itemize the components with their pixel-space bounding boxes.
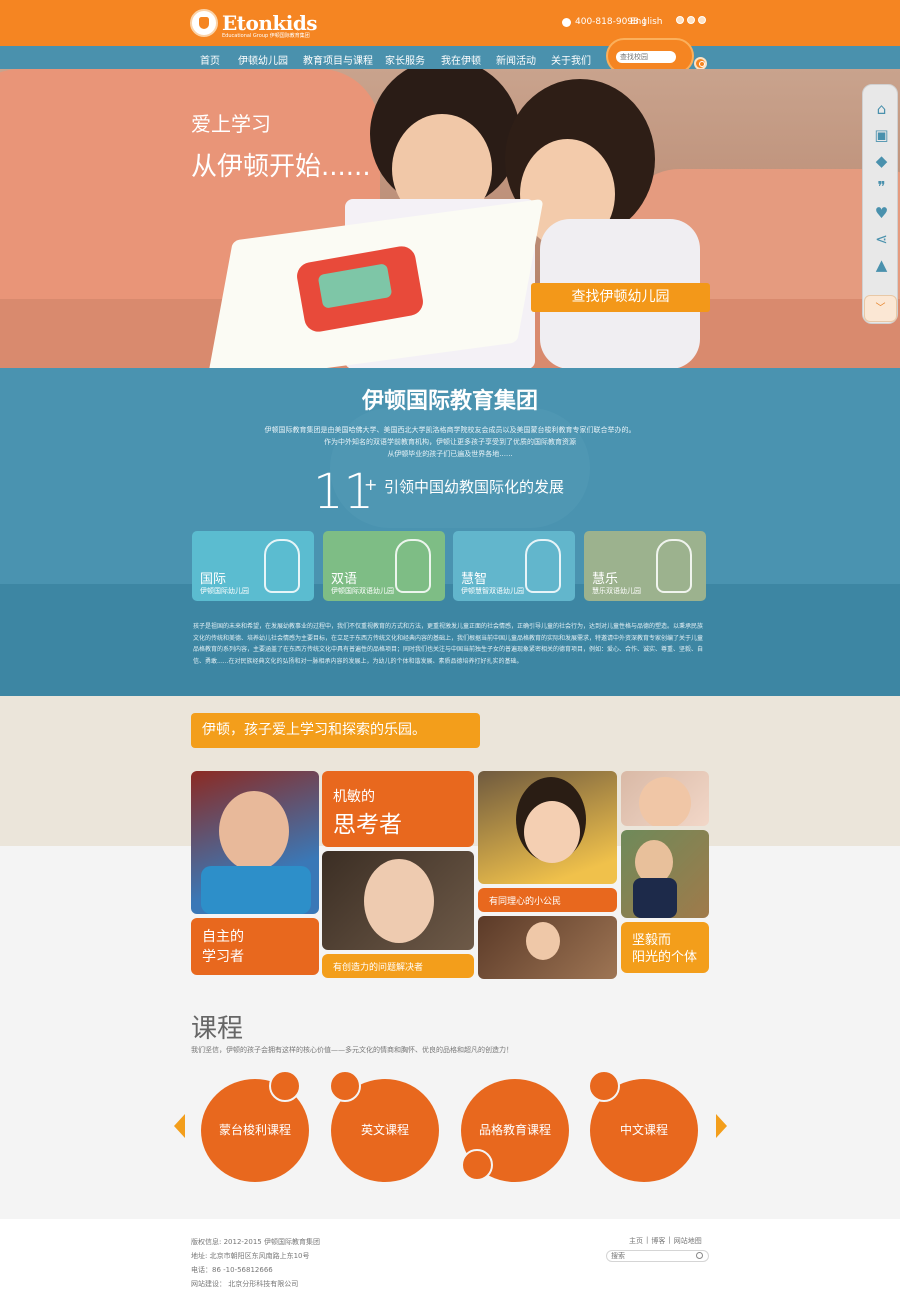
nav-about[interactable]: 关于我们 bbox=[551, 52, 591, 67]
boy-figure-icon bbox=[395, 539, 431, 593]
top-header bbox=[0, 0, 900, 46]
photo-child-face bbox=[621, 771, 709, 826]
search-icon[interactable] bbox=[696, 1252, 703, 1259]
courses-title: 课程 bbox=[191, 1014, 244, 1044]
right-quick-bar: ⌂ ▣ ◆ ❞ ♥ ⋖ ▲ bbox=[862, 84, 898, 324]
brand-subtitle: Educational Group 伊顿国际教育集团 bbox=[222, 33, 310, 39]
nav-programs[interactable]: 教育项目与课程 bbox=[303, 52, 373, 67]
tile-agile-thinker: 机敏的 思考者 bbox=[322, 771, 474, 847]
card-international[interactable]: 国际 伊顿国际幼儿园 bbox=[192, 531, 314, 601]
hero-banner bbox=[0, 69, 900, 368]
wechat-icon[interactable] bbox=[687, 16, 695, 24]
intro-line-3: 从伊顿毕业的孩子们已遍及世界各地...... bbox=[387, 450, 513, 458]
girl-with-heart-icon bbox=[656, 539, 692, 593]
nav-me-at-eton[interactable]: 我在伊顿 bbox=[441, 52, 481, 67]
english-link[interactable]: English bbox=[630, 17, 663, 27]
footer-address: 地址: 北京市朝阳区东风南路上东10号 bbox=[191, 1252, 310, 1260]
campus-search-input[interactable] bbox=[616, 51, 676, 63]
nav-parents[interactable]: 家长服务 bbox=[385, 52, 425, 67]
photo-child-blocks bbox=[621, 830, 709, 918]
brand-name: Etonkids bbox=[222, 11, 318, 35]
rss-icon[interactable] bbox=[698, 16, 706, 24]
school-icon[interactable]: ▣ bbox=[873, 127, 890, 144]
tree-icon[interactable]: ▲ bbox=[873, 257, 890, 274]
tile-self-directed-learner: 自主的 学习者 bbox=[191, 918, 319, 975]
photo-girl-activity bbox=[478, 771, 617, 884]
footer-builder: 网站建设： 北京分形科技有限公司 bbox=[191, 1280, 299, 1288]
years-plus: + bbox=[364, 475, 378, 494]
nav-news[interactable]: 新闻活动 bbox=[496, 52, 536, 67]
course-chinese[interactable]: 中文课程 bbox=[588, 1070, 698, 1182]
footer-links: 主页 | 博客 | 网站地图 bbox=[629, 1236, 702, 1246]
card-joy[interactable]: 慧乐 慧乐双语幼儿园 bbox=[584, 531, 706, 601]
nav-home[interactable]: 首页 bbox=[200, 52, 220, 67]
heart-icon[interactable]: ♥ bbox=[873, 205, 890, 222]
photo-girl-pouring bbox=[478, 916, 617, 979]
card-bilingual[interactable]: 双语 伊顿国际双语幼儿园 bbox=[323, 531, 445, 601]
footer-link-home[interactable]: 主页 bbox=[629, 1236, 643, 1246]
prev-arrow-icon[interactable] bbox=[174, 1114, 185, 1138]
photo-boy-phone bbox=[322, 851, 474, 950]
hero-heading-line1: 爱上学习 bbox=[191, 112, 271, 136]
etonkids-logo[interactable]: Etonkids Educational Group 伊顿国际教育集团 bbox=[190, 7, 318, 39]
footer bbox=[0, 1219, 900, 1291]
footer-link-sitemap[interactable]: 网站地图 bbox=[674, 1236, 702, 1246]
home-icon[interactable]: ⌂ bbox=[873, 101, 890, 118]
intro-line-1: 伊顿国际教育集团是由美国哈佛大学、美国西北大学凯洛格商学院校友会成员以及美国蒙台… bbox=[264, 426, 636, 434]
intro-line-2: 作为中外知名的双语学前教育机构，伊顿让更多孩子享受到了优质的国际教育资源 bbox=[324, 438, 576, 446]
phone-icon bbox=[562, 17, 571, 27]
course-english[interactable]: 英文课程 bbox=[329, 1070, 439, 1182]
graduation-cap-icon[interactable]: ◆ bbox=[873, 153, 890, 170]
courses-subtitle: 我们坚信，伊顿的孩子会拥有这样的核心价值——多元文化的情商和胸怀、优良的品格和超… bbox=[191, 1046, 513, 1054]
footer-tel: 电话：86 -10-56812666 bbox=[191, 1266, 273, 1274]
intro-paragraph: 孩子是祖国的未来和希望，在发展幼教事业的过程中，我们不仅重视教育的方式和方法，更… bbox=[193, 623, 704, 665]
course-character[interactable]: 品格教育课程 bbox=[461, 1079, 569, 1182]
share-icon[interactable]: ⋖ bbox=[873, 231, 890, 248]
intro-tagline: 引领中国幼教国际化的发展 bbox=[384, 478, 565, 496]
footer-search-input[interactable] bbox=[606, 1250, 709, 1262]
find-kindergarten-button[interactable]: 查找伊顿幼儿园 bbox=[531, 283, 710, 312]
tile-resilient-individual: 坚毅而 阳光的个体 bbox=[621, 922, 709, 973]
crest-icon bbox=[190, 9, 218, 37]
footprints-icon[interactable]: ❞ bbox=[873, 179, 890, 196]
card-wisdom[interactable]: 慧智 伊顿慧智双语幼儿园 bbox=[453, 531, 575, 601]
footer-link-blog[interactable]: 博客 bbox=[651, 1236, 665, 1246]
weibo-icon[interactable] bbox=[676, 16, 684, 24]
intro-title: 伊顿国际教育集团 bbox=[361, 389, 538, 414]
tile-creative-problem-solver: 有创造力的问题解决者 bbox=[322, 954, 474, 978]
tile-empathetic-citizen: 有同理心的小公民 bbox=[478, 888, 617, 912]
nav-kindergarten[interactable]: 伊顿幼儿园 bbox=[238, 52, 288, 67]
footer-copyright: 版权信息: 2012-2015 伊顿国际教育集团 bbox=[191, 1238, 320, 1246]
band-title: 伊顿，孩子爱上学习和探索的乐园。 bbox=[191, 713, 480, 748]
photo-girl-smiling bbox=[191, 771, 319, 914]
next-arrow-icon[interactable] bbox=[716, 1114, 727, 1138]
chevron-down-icon[interactable]: ﹀ bbox=[864, 295, 897, 322]
hero-heading-line2: 从伊顿开始...... bbox=[191, 152, 371, 182]
social-links bbox=[676, 16, 706, 24]
child-figure-icon bbox=[525, 539, 561, 593]
course-montessori[interactable]: 蒙台梭利课程 bbox=[201, 1070, 309, 1182]
girl-figure-icon bbox=[264, 539, 300, 593]
